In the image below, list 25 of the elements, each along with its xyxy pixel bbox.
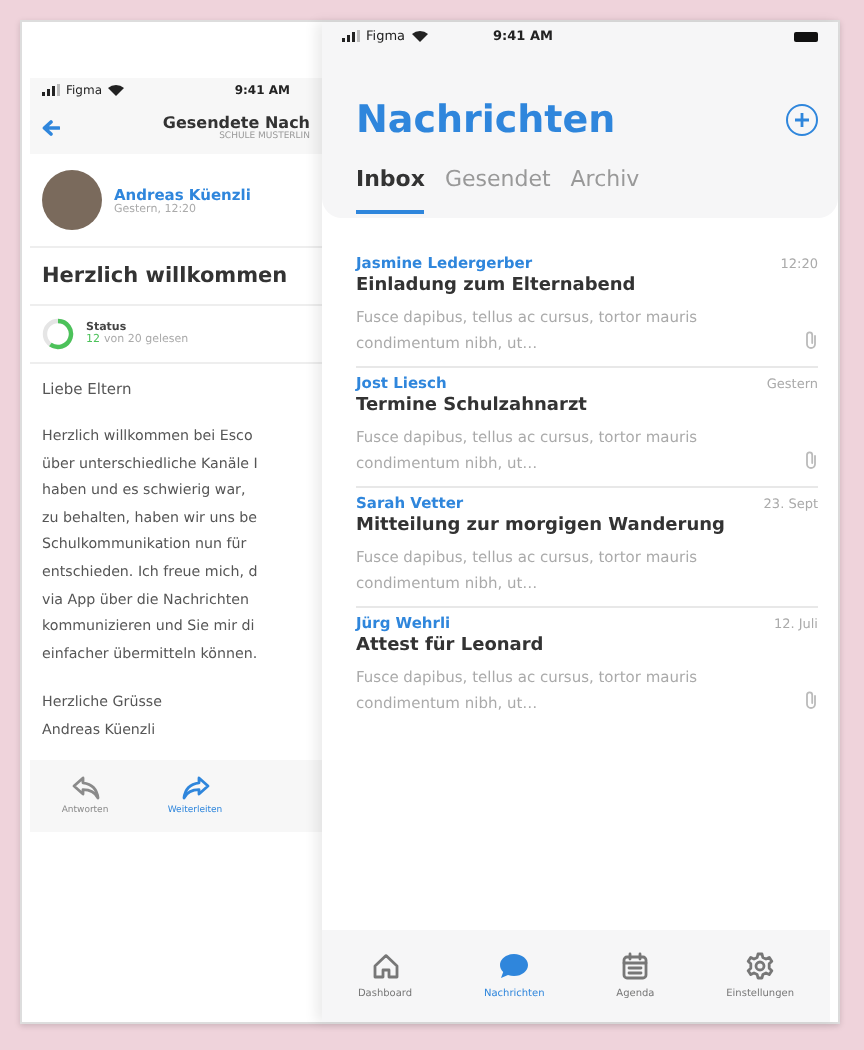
calendar-icon [622, 952, 649, 980]
forward-arrow-icon [181, 775, 209, 800]
message-subject: Termine Schulzahnarzt [356, 396, 589, 416]
tab[interactable]: Archiv [570, 166, 640, 214]
tab[interactable]: Gesendet [444, 166, 551, 214]
wifi-icon [108, 84, 125, 96]
wifi-icon [411, 30, 428, 42]
home-icon [371, 952, 399, 980]
screen-title: Nachrichten [356, 98, 616, 142]
message-subject: Mitteilung zur morgigen Wanderung [356, 516, 727, 536]
gear-icon [746, 952, 775, 980]
message-subject: Einladung zum Elternabend [356, 276, 638, 296]
back-arrow-icon[interactable] [42, 120, 60, 136]
tab[interactable]: Inbox [356, 166, 425, 214]
header-title: Gesendete Nach [162, 114, 310, 132]
message-subject: Herzlich willkommen [30, 248, 322, 306]
signal-icon [42, 84, 60, 96]
reply-arrow-icon [71, 775, 99, 800]
message-subject: Attest für Leonard [356, 636, 546, 656]
battery-icon [794, 31, 818, 41]
signal-icon [342, 30, 360, 42]
chat-bubble-icon [498, 952, 531, 980]
add-button[interactable] [786, 104, 818, 136]
avatar-placeholder [42, 170, 102, 230]
plus-icon [794, 112, 810, 128]
